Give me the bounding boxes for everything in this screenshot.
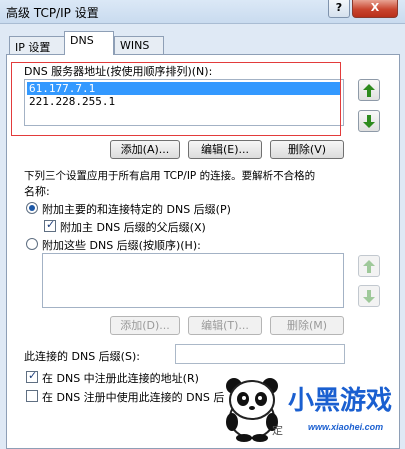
watermark-brand: 小黑游戏	[288, 385, 393, 415]
watermark-url: www.xiaohei.com	[308, 422, 384, 432]
move-down-button[interactable]	[358, 110, 380, 132]
dns-remove-button[interactable]: 删除(V)	[270, 140, 344, 159]
suffix-add-button[interactable]: 添加(D)...	[110, 316, 180, 335]
radio-these-suffixes[interactable]	[26, 238, 38, 250]
use-suffix-label[interactable]: 在 DNS 注册中使用此连接的 DNS 后	[42, 389, 224, 405]
checkmark-icon: ✓	[46, 218, 56, 231]
suffix-move-up-button[interactable]	[358, 255, 380, 277]
register-address-checkbox[interactable]: ✓	[26, 369, 38, 383]
dns-add-button[interactable]: 添加(A)...	[110, 140, 180, 159]
radio-these-label[interactable]: 附加这些 DNS 后缀(按顺序)(H):	[42, 237, 201, 253]
dns-edit-button[interactable]: 编辑(E)...	[188, 140, 262, 159]
connection-suffix-input[interactable]	[175, 344, 345, 364]
check-parent-label[interactable]: 附加主 DNS 后缀的父后缀(X)	[60, 219, 206, 235]
suffix-move-down-button[interactable]	[358, 285, 380, 307]
suffix-list[interactable]	[42, 253, 344, 308]
register-address-label[interactable]: 在 DNS 中注册此连接的地址(R)	[42, 370, 199, 386]
check-parent-suffixes[interactable]: ✓	[44, 218, 56, 232]
connection-suffix-label: 此连接的 DNS 后缀(S):	[24, 350, 140, 363]
resolution-description-cont: 名称:	[24, 185, 50, 198]
arrow-down-icon	[363, 289, 375, 303]
arrow-up-icon	[363, 259, 375, 273]
arrow-down-icon	[363, 114, 375, 128]
suffix-remove-button[interactable]: 删除(M)	[270, 316, 344, 335]
arrow-up-icon	[363, 83, 375, 97]
watermark-tail-text: 定	[272, 424, 283, 437]
move-up-button[interactable]	[358, 79, 380, 101]
radio-primary-suffixes[interactable]	[26, 202, 38, 214]
use-suffix-checkbox[interactable]	[26, 390, 38, 402]
dns-list-highlight-box	[11, 62, 341, 136]
checkmark-icon: ✓	[28, 369, 38, 382]
suffix-edit-button[interactable]: 编辑(T)...	[188, 316, 262, 335]
watermark-logo: 定 小黑游戏 www.xiaohei.com	[212, 368, 404, 449]
resolution-description: 下列三个设置应用于所有启用 TCP/IP 的连接。要解析不合格的	[24, 170, 316, 182]
radio-primary-label[interactable]: 附加主要的和连接特定的 DNS 后缀(P)	[42, 201, 231, 217]
